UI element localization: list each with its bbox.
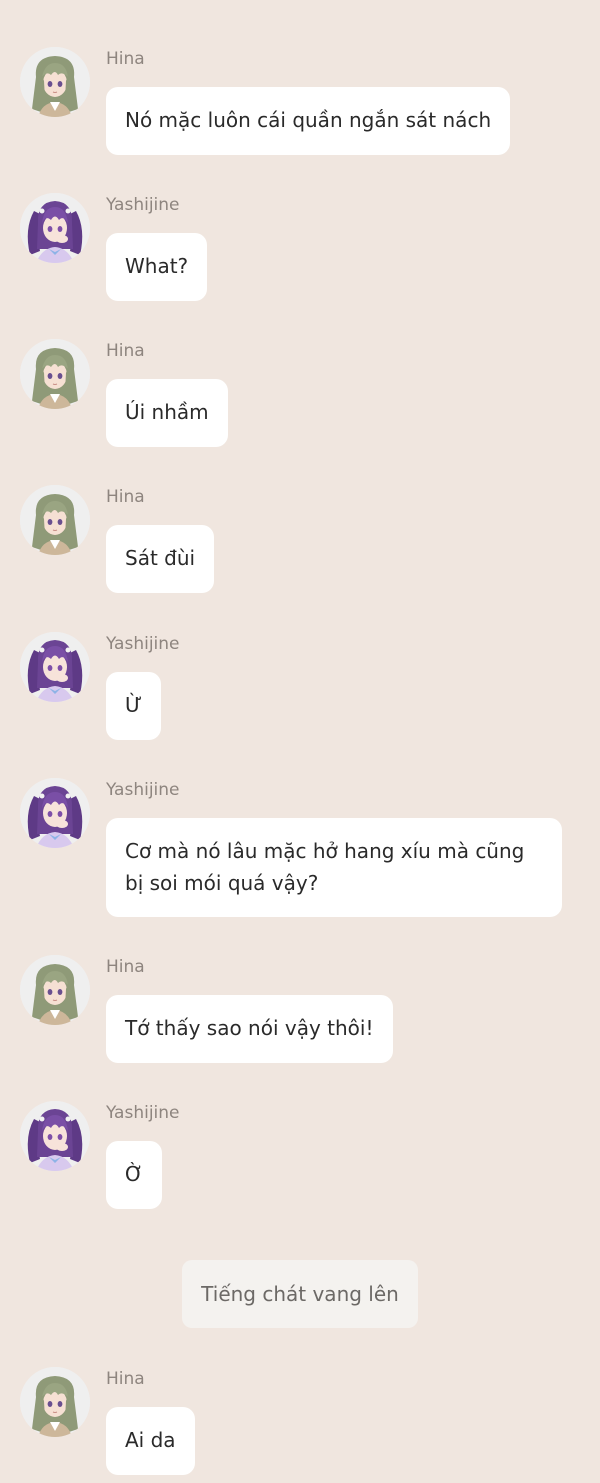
message-bubble: Nó mặc luôn cái quần ngắn sát nách xyxy=(106,87,511,155)
message-bubble: Sát đùi xyxy=(106,525,215,593)
hina-avatar[interactable] xyxy=(20,47,90,117)
message-bubble: What? xyxy=(106,233,208,301)
sender-name: Hina xyxy=(106,341,145,361)
sender-name: Hina xyxy=(106,957,145,977)
hina-avatar[interactable] xyxy=(20,1367,90,1437)
yashijine-avatar[interactable] xyxy=(20,1101,90,1171)
hina-avatar[interactable] xyxy=(20,339,90,409)
sender-name: Yashijine xyxy=(106,1103,180,1123)
message-bubble: Ai da xyxy=(106,1407,195,1475)
sender-name: Yashijine xyxy=(106,634,180,654)
system-message: Tiếng chát vang lên xyxy=(182,1260,418,1328)
yashijine-avatar[interactable] xyxy=(20,193,90,263)
hina-avatar[interactable] xyxy=(20,485,90,555)
sender-name: Yashijine xyxy=(106,195,180,215)
sender-name: Hina xyxy=(106,487,145,507)
sender-name: Hina xyxy=(106,49,145,69)
yashijine-avatar[interactable] xyxy=(20,778,90,848)
hina-avatar[interactable] xyxy=(20,955,90,1025)
sender-name: Hina xyxy=(106,1369,145,1389)
message-bubble: Ừ xyxy=(106,672,162,740)
message-bubble: Tớ thấy sao nói vậy thôi! xyxy=(106,995,393,1063)
yashijine-avatar[interactable] xyxy=(20,632,90,702)
sender-name: Yashijine xyxy=(106,780,180,800)
message-bubble: Úi nhầm xyxy=(106,379,228,447)
message-bubble: Ờ xyxy=(106,1141,163,1209)
chat-thread: Hina Nó mặc luôn cái quần ngắn sát nách … xyxy=(0,0,600,1483)
message-bubble: Cơ mà nó lâu mặc hở hang xíu mà cũng bị … xyxy=(106,818,562,917)
